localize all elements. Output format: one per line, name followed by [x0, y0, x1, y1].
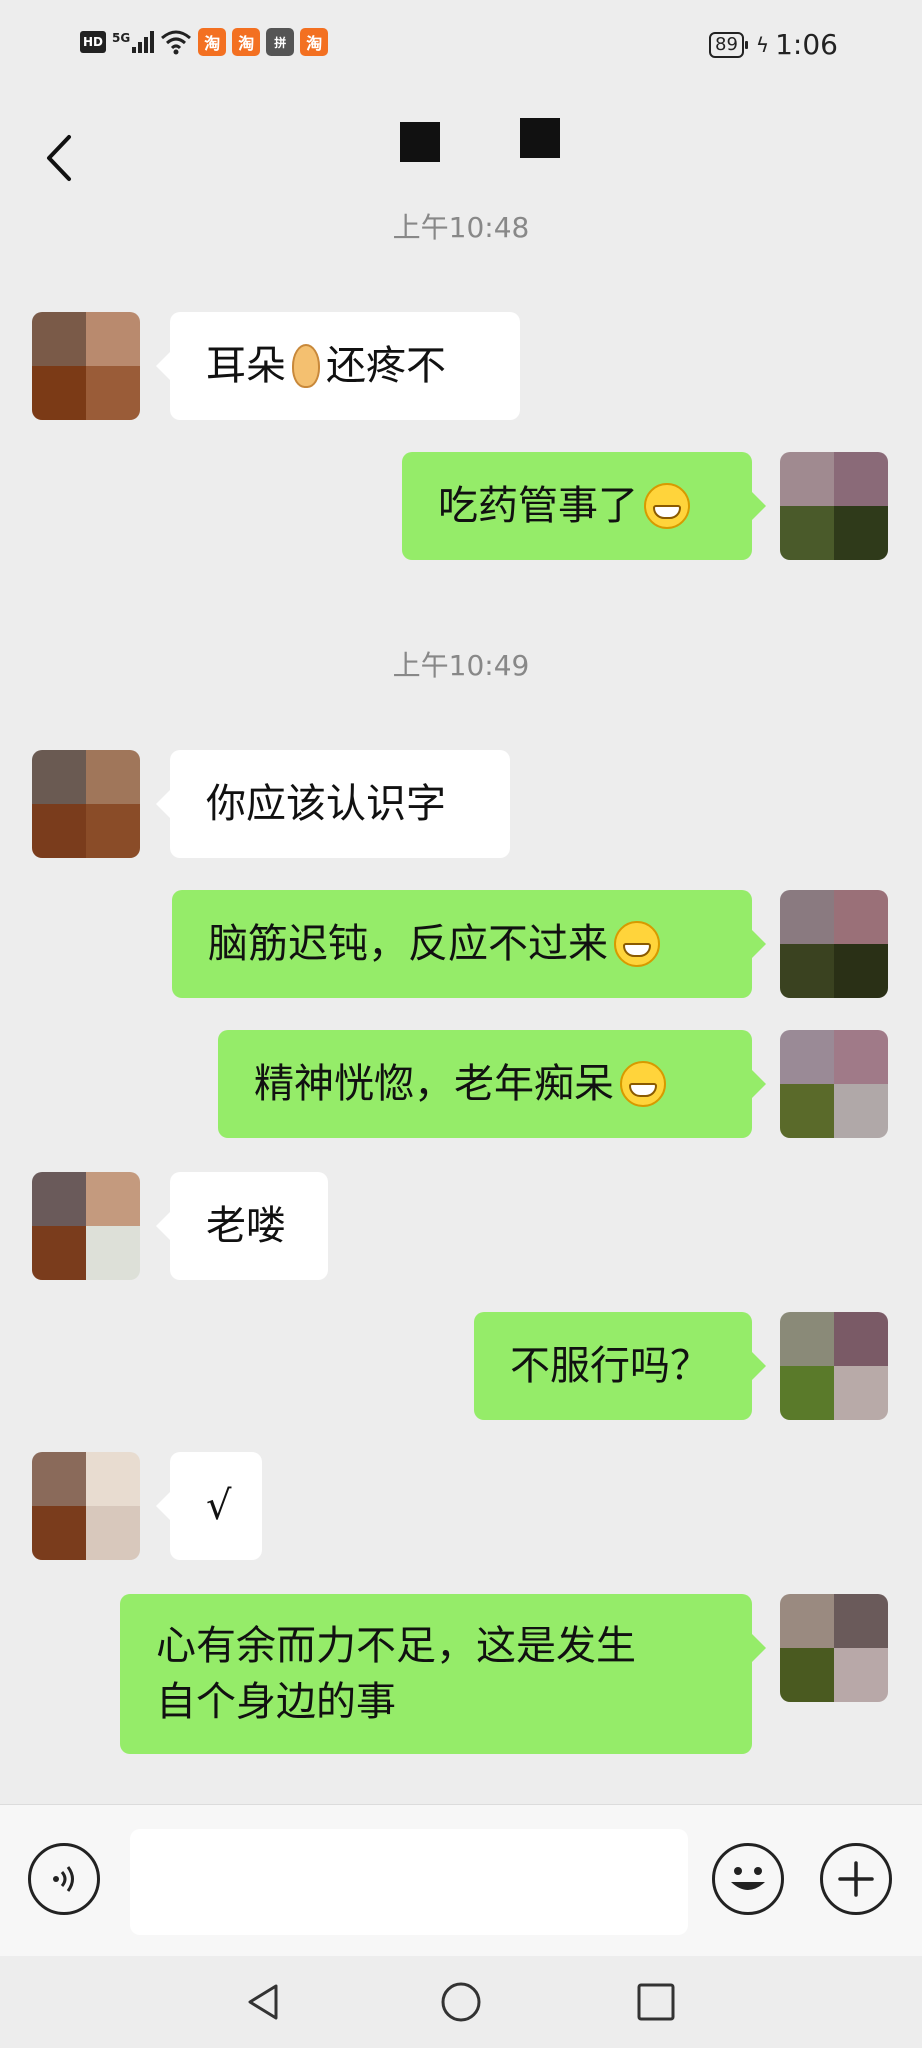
- avatar[interactable]: [780, 1030, 888, 1138]
- avatar[interactable]: [780, 890, 888, 998]
- message-text: 脑筋迟钝，反应不过来: [208, 921, 608, 967]
- avatar[interactable]: [32, 312, 140, 420]
- message-bubble-outgoing[interactable]: 心有余而力不足，这是发生 自个身边的事: [120, 1594, 766, 1754]
- message-bubble-outgoing[interactable]: 精神恍惚，老年痴呆: [218, 1030, 766, 1138]
- message-text: √: [206, 1483, 232, 1529]
- hd-icon: HD: [80, 31, 106, 53]
- message-bubble-outgoing[interactable]: 脑筋迟钝，反应不过来: [172, 890, 766, 998]
- redacted-title-block: [400, 122, 440, 162]
- signal-icon: [132, 31, 155, 53]
- circle-home-icon: [441, 1982, 481, 2022]
- grin-emoji-icon: [614, 921, 660, 967]
- charging-icon: ϟ: [755, 32, 770, 57]
- status-bar: HD 5G 淘 淘 拼 淘 89 ϟ 1:06: [0, 0, 922, 92]
- emoji-button[interactable]: [712, 1843, 784, 1915]
- message-bubble-incoming[interactable]: √: [156, 1452, 262, 1560]
- message-text: 精神恍惚，老年痴呆: [254, 1061, 614, 1107]
- ear-emoji-icon: [292, 344, 320, 388]
- more-button[interactable]: [820, 1843, 892, 1915]
- chevron-left-icon: [47, 135, 71, 181]
- avatar[interactable]: [780, 1312, 888, 1420]
- square-recent-icon: [637, 1983, 675, 2021]
- input-bar: [0, 1804, 922, 1957]
- status-bar-left: HD 5G 淘 淘 拼 淘: [80, 28, 329, 56]
- system-nav-bar: [0, 1956, 922, 2048]
- avatar[interactable]: [780, 452, 888, 560]
- avatar[interactable]: [32, 1452, 140, 1560]
- message-bubble-outgoing[interactable]: 不服行吗？: [474, 1312, 766, 1420]
- triangle-back-icon: [248, 1984, 278, 2020]
- message-text: 吃药管事了: [438, 483, 638, 529]
- wifi-icon: [161, 30, 192, 55]
- status-bar-right: 89 ϟ 1:06: [709, 28, 838, 61]
- message-timestamp: 上午10:49: [392, 649, 530, 682]
- taobao-notification-icon: 淘: [232, 28, 261, 56]
- nav-back-button[interactable]: [240, 1978, 288, 2026]
- message-text: 不服行吗？: [510, 1343, 710, 1389]
- message-bubble-incoming[interactable]: 你应该认识字: [156, 750, 510, 858]
- message-bubble-incoming[interactable]: 老喽: [156, 1172, 328, 1280]
- message-text-line: 心有余而力不足，这是发生: [156, 1623, 636, 1669]
- voice-button[interactable]: [28, 1843, 100, 1915]
- message-bubble-incoming[interactable]: 耳朵 还疼不: [156, 312, 520, 420]
- network-type: 5G: [112, 31, 131, 45]
- avatar[interactable]: [32, 1172, 140, 1280]
- message-bubble-outgoing[interactable]: 吃药管事了: [402, 452, 766, 560]
- message-input[interactable]: [130, 1829, 688, 1935]
- grin-emoji-icon: [620, 1061, 666, 1107]
- clock: 1:06: [775, 28, 838, 61]
- message-text: 还疼不: [326, 343, 446, 389]
- message-timestamp: 上午10:48: [392, 211, 530, 244]
- battery-icon: 89: [709, 31, 748, 58]
- avatar[interactable]: [32, 750, 140, 858]
- redacted-title-block: [520, 118, 560, 158]
- back-button[interactable]: [36, 128, 80, 188]
- message-text: 耳朵: [206, 343, 286, 389]
- voice-icon: [53, 1866, 74, 1892]
- chat-header: [0, 92, 922, 222]
- taobao-notification-icon: 淘: [198, 28, 227, 56]
- pinduoduo-notification-icon: 拼: [266, 28, 295, 56]
- plus-icon: [838, 1861, 874, 1897]
- smiley-icon: [731, 1867, 765, 1890]
- message-text: 老喽: [206, 1203, 286, 1249]
- nav-home-button[interactable]: [437, 1978, 485, 2026]
- grin-emoji-icon: [644, 483, 690, 529]
- taobao-notification-icon: 淘: [300, 28, 329, 56]
- nav-recent-button[interactable]: [632, 1978, 680, 2026]
- message-text-line: 自个身边的事: [156, 1679, 396, 1725]
- message-text: 你应该认识字: [206, 781, 446, 827]
- avatar[interactable]: [780, 1594, 888, 1702]
